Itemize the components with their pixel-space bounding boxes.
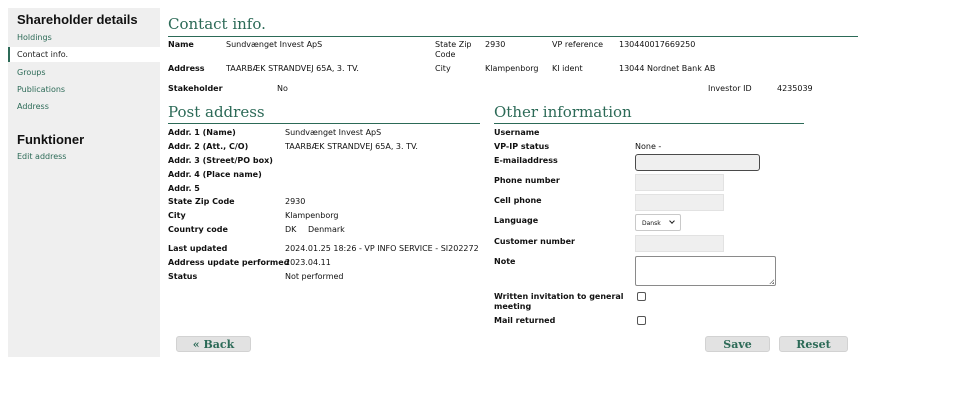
addr-2-label: Addr. 2 (Att., C/O) [168,142,249,151]
cell-phone-field[interactable] [635,194,724,211]
customer-number-field[interactable] [635,235,724,252]
written-invitation-label-2: meeting [494,302,532,311]
addr-1-value: Sundvænget Invest ApS [285,128,382,137]
address-update-value: 2023.04.11 [285,258,331,267]
username-label: Username [494,128,540,137]
note-label: Note [494,257,516,266]
address-label: Address [168,64,205,73]
address-update-label: Address update performed [168,258,290,267]
city-value: Klampenborg [485,64,539,73]
last-updated-label: Last updated [168,244,228,253]
investor-id-label: Investor ID [708,84,752,93]
state-zip-value: 2930 [485,40,506,49]
edit-address-link[interactable]: Edit address [17,152,66,161]
written-invitation-label: Written invitation to general [494,292,624,301]
chevron-down-icon [669,218,675,224]
addr-3-label: Addr. 3 (Street/PO box) [168,156,273,165]
other-info-divider [494,123,804,124]
functions-title: Funktioner [17,132,85,147]
sidebar-item-groups[interactable]: Groups [17,68,46,77]
stakeholder-label: Stakeholder [168,84,223,93]
country-code-value: DK [285,225,297,234]
phone-field[interactable] [635,174,724,191]
sidebar-title: Shareholder details [17,12,138,27]
phone-label: Phone number [494,176,560,185]
state-zip-label: State Zip [435,40,472,49]
status-label: Status [168,272,198,281]
city-label: City [435,64,451,73]
name-value: Sundvænget Invest ApS [226,40,323,49]
back-button[interactable]: « Back [176,336,251,352]
note-textarea[interactable] [635,256,776,286]
addr-2-value: TAARBÆK STRANDVEJ 65A, 3. TV. [285,142,418,151]
country-code-label: Country code [168,225,228,234]
contact-info-divider [168,36,858,37]
language-select[interactable]: Dansk [635,214,681,231]
post-address-title: Post address [168,103,265,121]
email-label: E-mailaddress [494,156,558,165]
state-zip-code-label: State Zip Code [168,197,235,206]
vpip-status-value: None - [635,142,662,151]
language-label: Language [494,216,539,225]
vp-reference-value: 130440017669250 [619,40,696,49]
sidebar-item-holdings[interactable]: Holdings [17,33,52,42]
ki-ident-value: 13044 Nordnet Bank AB [619,64,716,73]
addr-5-label: Addr. 5 [168,184,200,193]
post-address-divider [168,123,480,124]
vpip-status-label: VP-IP status [494,142,550,151]
status-value: Not performed [285,272,344,281]
stakeholder-value: No [277,84,288,93]
customer-number-label: Customer number [494,237,575,246]
sidebar-item-contact-info[interactable]: Contact info. [17,50,68,59]
contact-info-title: Contact info. [168,15,266,33]
written-invitation-checkbox[interactable] [637,292,646,301]
post-city-label: City [168,211,186,220]
save-button[interactable]: Save [705,336,770,352]
state-zip-code-value: 2930 [285,197,306,206]
addr-1-label: Addr. 1 (Name) [168,128,236,137]
cell-phone-label: Cell phone [494,196,542,205]
mail-returned-checkbox[interactable] [637,316,646,325]
other-info-title: Other information [494,103,632,121]
address-value: TAARBÆK STRANDVEJ 65A, 3. TV. [226,64,359,73]
investor-id-value: 4235039 [777,84,813,93]
language-selected-value: Dansk [642,220,661,227]
sidebar-item-publications[interactable]: Publications [17,85,65,94]
email-field[interactable] [635,154,760,171]
addr-4-label: Addr. 4 (Place name) [168,170,262,179]
resize-handle-icon[interactable] [769,279,774,284]
last-updated-value: 2024.01.25 18:26 - VP INFO SERVICE - SI2… [285,244,479,253]
vp-reference-label: VP reference [552,40,604,49]
ki-ident-label: KI ident [552,64,583,73]
name-label: Name [168,40,194,49]
sidebar-active-indicator [8,47,10,62]
sidebar: Shareholder details Holdings Contact inf… [8,8,160,357]
sidebar-item-address[interactable]: Address [17,102,49,111]
country-name-value: Denmark [308,225,345,234]
state-zip-label-2: Code [435,50,456,59]
reset-button[interactable]: Reset [779,336,848,352]
mail-returned-label: Mail returned [494,316,556,325]
post-city-value: Klampenborg [285,211,339,220]
